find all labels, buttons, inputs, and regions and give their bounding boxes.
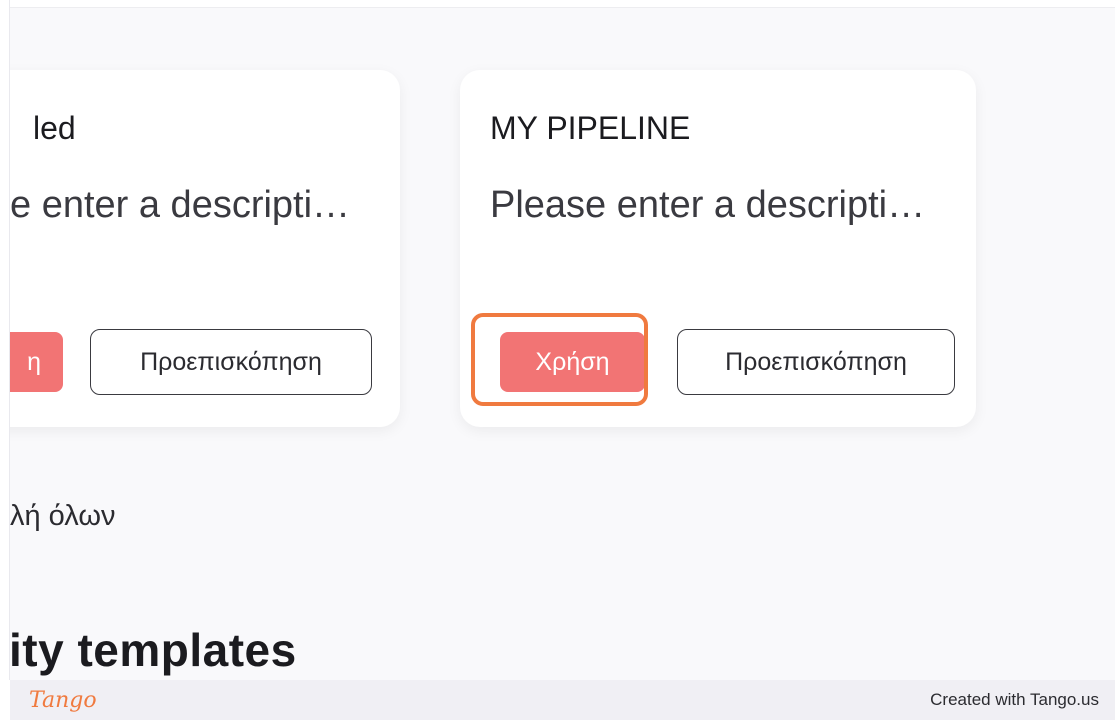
use-button[interactable]: η [10, 332, 63, 392]
screen: led e enter a descripti… η Προεπισκόπηση… [0, 0, 1115, 720]
left-border [0, 0, 10, 680]
card-description: Please enter a descripti… [490, 184, 926, 226]
card-title: MY PIPELINE [490, 110, 691, 146]
preview-button[interactable]: Προεπισκόπηση [677, 329, 955, 395]
main-content: led e enter a descripti… η Προεπισκόπηση… [10, 8, 1115, 680]
section-heading: ity templates [10, 624, 297, 676]
card-description: e enter a descripti… [10, 184, 351, 226]
footer-credit: Created with Tango.us [930, 690, 1099, 709]
tango-footer: Tango Created with Tango.us [10, 680, 1115, 720]
top-strip [10, 0, 1115, 8]
use-button[interactable]: Χρήση [500, 332, 645, 392]
preview-button[interactable]: Προεπισκόπηση [90, 329, 372, 395]
pipeline-card-untitled: led e enter a descripti… η Προεπισκόπηση [10, 70, 400, 427]
show-all-link[interactable]: λή όλων [10, 500, 115, 533]
tango-logo: Tango [29, 687, 97, 713]
card-title: led [33, 110, 76, 146]
pipeline-card-my-pipeline: MY PIPELINE Please enter a descripti… Χρ… [460, 70, 976, 427]
